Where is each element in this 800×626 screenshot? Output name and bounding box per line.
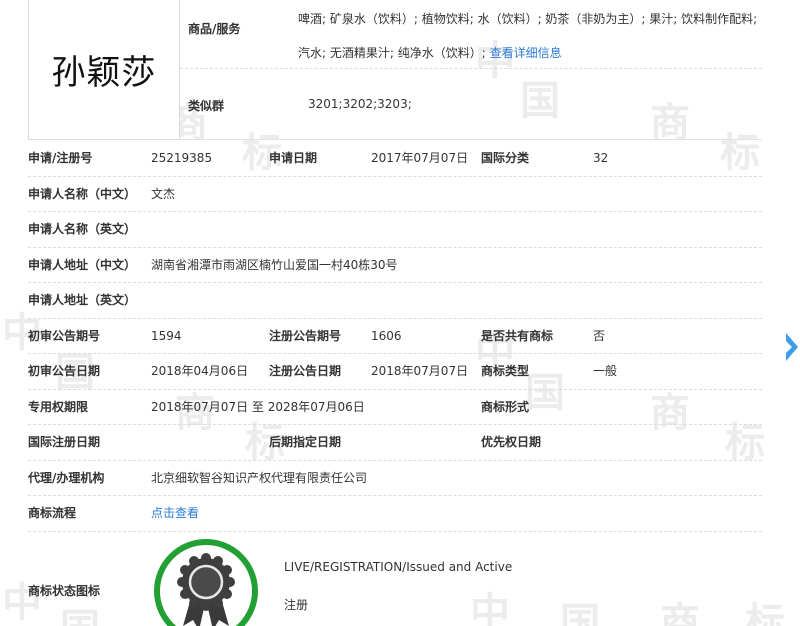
reg-no-value: 25219385 xyxy=(151,151,213,165)
shared-value: 否 xyxy=(593,328,606,343)
similar-group-label: 类似群 xyxy=(188,99,225,113)
reg-no-label: 申请/注册号 xyxy=(28,151,93,165)
reg-ann-date-label: 注册公告日期 xyxy=(269,364,342,378)
address-cn-label: 申请人地址（中文） xyxy=(28,257,137,272)
status-section: 商标状态图标 LIVE/REGISTRATION/Issued and Acti… xyxy=(28,530,762,626)
similar-group-value: 3201;3202;3203; xyxy=(308,97,412,111)
exclusive-label: 专用权期限 xyxy=(28,399,89,414)
reg-ann-no-label: 注册公告期号 xyxy=(269,328,342,343)
address-en-label: 申请人地址（英文） xyxy=(28,293,137,307)
view-flow-link[interactable]: 点击查看 xyxy=(151,496,199,531)
applicant-cn-label: 申请人名称（中文） xyxy=(28,186,137,201)
registered-badge-icon xyxy=(154,539,258,626)
exclusive-value: 2018年07月07日 至 2028年07月06日 xyxy=(151,399,365,414)
intl-reg-date-label: 国际注册日期 xyxy=(28,435,101,449)
table-row: 申请人地址（英文） xyxy=(28,283,762,319)
table-row: 申请人名称（英文） xyxy=(28,212,762,248)
intl-class-label: 国际分类 xyxy=(481,151,530,165)
status-cn-text: 注册 xyxy=(284,598,309,612)
table-row: 申请人名称（中文） 文杰 xyxy=(28,177,762,212)
table-row: 专用权期限 2018年07月07日 至 2028年07月06日 商标形式 xyxy=(28,390,762,425)
status-label: 商标状态图标 xyxy=(28,584,101,598)
trademark-image: 孙颖莎 xyxy=(28,0,180,140)
goods-services-section: 商品/服务 啤酒; 矿泉水（饮料）; 植物饮料; 水（饮料）; 奶茶（非奶为主）… xyxy=(180,0,762,140)
reg-ann-date-value: 2018年07月07日 xyxy=(371,364,469,378)
apply-date-label: 申请日期 xyxy=(269,151,318,165)
form-label: 商标形式 xyxy=(481,399,530,414)
detail-table: 申请/注册号 25219385 申请日期 2017年07月07日 国际分类 32… xyxy=(28,141,762,532)
table-row: 初审公告日期 2018年04月06日 注册公告日期 2018年07月07日 商标… xyxy=(28,354,762,390)
chevron-right-icon[interactable] xyxy=(786,325,800,369)
applicant-en-label: 申请人名称（英文） xyxy=(28,222,137,236)
goods-services-value: 啤酒; 矿泉水（饮料）; 植物饮料; 水（饮料）; 奶茶（非奶为主）; 果汁; … xyxy=(298,2,762,70)
shared-label: 是否共有商标 xyxy=(481,328,554,343)
agent-value: 北京细软智谷知识产权代理有限责任公司 xyxy=(151,470,368,485)
view-details-link[interactable]: 查看详细信息 xyxy=(490,46,562,60)
later-date-label: 后期指定日期 xyxy=(269,435,342,449)
reg-ann-no-value: 1606 xyxy=(371,328,402,343)
apply-date-value: 2017年07月07日 xyxy=(371,151,469,165)
table-row: 代理/办理机构 北京细软智谷知识产权代理有限责任公司 xyxy=(28,461,762,496)
prelim-no-value: 1594 xyxy=(151,328,182,343)
intl-class-value: 32 xyxy=(593,151,609,165)
table-row: 国际注册日期 后期指定日期 优先权日期 xyxy=(28,425,762,461)
applicant-cn-value: 文杰 xyxy=(151,186,176,201)
flow-label: 商标流程 xyxy=(28,506,77,520)
priority-date-label: 优先权日期 xyxy=(481,435,542,449)
trademark-image-text: 孙颖莎 xyxy=(51,53,157,93)
divider xyxy=(180,68,762,69)
table-row: 初审公告期号 1594 注册公告期号 1606 是否共有商标 否 xyxy=(28,319,762,354)
table-row: 商标流程 点击查看 xyxy=(28,496,762,532)
address-cn-value: 湖南省湘潭市雨湖区楠竹山爱国一村40栋30号 xyxy=(151,257,398,272)
table-row: 申请人地址（中文） 湖南省湘潭市雨湖区楠竹山爱国一村40栋30号 xyxy=(28,248,762,283)
divider xyxy=(180,139,762,140)
status-en-text: LIVE/REGISTRATION/Issued and Active xyxy=(284,560,513,574)
agent-label: 代理/办理机构 xyxy=(28,470,105,485)
table-row: 申请/注册号 25219385 申请日期 2017年07月07日 国际分类 32 xyxy=(28,141,762,177)
prelim-date-label: 初审公告日期 xyxy=(28,364,101,378)
type-value: 一般 xyxy=(593,364,618,378)
type-label: 商标类型 xyxy=(481,364,530,378)
prelim-date-value: 2018年04月06日 xyxy=(151,364,249,378)
goods-services-label: 商品/服务 xyxy=(188,22,241,36)
prelim-no-label: 初审公告期号 xyxy=(28,328,101,343)
